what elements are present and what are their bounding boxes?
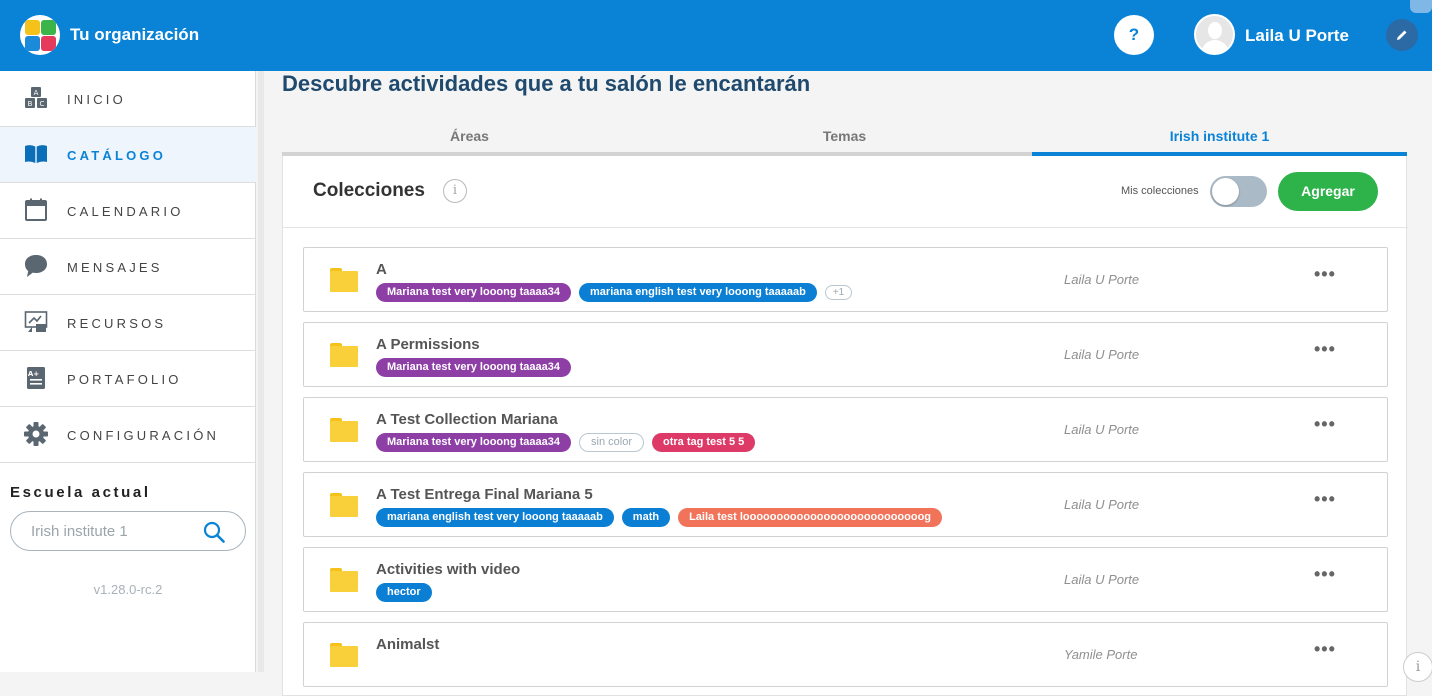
sidebar-item-mensajes[interactable]: MENSAJES [0,239,256,295]
school-search-input[interactable]: Irish institute 1 [10,511,246,551]
collections-title: Colecciones [313,180,425,201]
tag-badge[interactable]: otra tag test 5 5 [651,433,756,452]
sidebar-item-label: CALENDARIO [67,204,184,219]
folder-icon [330,568,358,592]
sidebar-item-label: RECURSOS [67,316,167,331]
collection-owner: Laila U Porte [1064,572,1140,587]
tag-list: hector [376,583,440,603]
collection-name[interactable]: A [376,261,387,278]
collection-owner: Laila U Porte [1064,272,1140,287]
collection-row[interactable]: Activities with video hector Laila U Porte… [303,547,1388,612]
info-icon[interactable]: i [1403,652,1432,682]
info-icon[interactable]: i [443,179,467,203]
folder-icon [330,268,358,292]
help-button[interactable]: ? [1114,15,1154,55]
svg-text:A: A [34,89,39,97]
collection-row[interactable]: A Test Entrega Final Mariana 5 mariana en… [303,472,1388,537]
folder-icon [330,343,358,367]
calendar-icon [25,198,47,221]
more-options-icon[interactable]: ••• [1314,489,1336,510]
collection-name[interactable]: Animalst [376,636,439,653]
sidebar-item-label: PORTAFOLIO [67,372,182,387]
collection-row[interactable]: A Mariana test very looong taaaa34 mariana… [303,247,1388,312]
collection-name[interactable]: A Permissions [376,336,480,353]
collection-name[interactable]: A Test Entrega Final Mariana 5 [376,486,593,503]
more-options-icon[interactable]: ••• [1314,339,1336,360]
user-name[interactable]: Laila U Porte [1245,26,1349,46]
sidebar: A B C INICIO CATÁLOGO CALENDARIO MENSAJE… [0,71,256,672]
folder-icon [330,643,358,667]
portfolio-icon: A+ [27,367,45,389]
folder-icon [330,418,358,442]
sidebar-item-configuracion[interactable]: CONFIGURACIÓN [0,407,256,463]
tag-badge[interactable]: hector [376,583,432,602]
svg-text:A+: A+ [28,370,39,378]
sidebar-scrollbar[interactable] [258,71,264,672]
tag-badge[interactable]: math [621,508,671,527]
collection-name[interactable]: Activities with video [376,561,520,578]
page-title: Descubre actividades que a tu salón le e… [282,71,811,96]
chat-bubble-icon [25,255,47,277]
tag-badge[interactable]: sin color [579,433,644,452]
gear-icon [24,422,48,446]
tag-badge[interactable]: mariana english test very looong taaaaab [376,508,614,527]
sidebar-item-label: CATÁLOGO [67,148,167,163]
org-name[interactable]: Tu organización [70,25,199,45]
user-avatar[interactable] [1194,14,1235,55]
school-search-value: Irish institute 1 [31,523,128,540]
tag-badge[interactable]: Mariana test very looong taaaa34 [376,283,572,302]
svg-text:C: C [40,100,45,108]
sidebar-item-portafolio[interactable]: A+ PORTAFOLIO [0,351,256,407]
sidebar-item-calendario[interactable]: CALENDARIO [0,183,256,239]
tag-badge[interactable]: Mariana test very looong taaaa34 [376,358,572,377]
resources-icon [24,311,48,332]
collection-owner: Laila U Porte [1064,347,1140,362]
my-collections-toggle[interactable] [1210,176,1267,207]
sidebar-item-label: INICIO [67,92,126,107]
sidebar-item-inicio[interactable]: A B C INICIO [0,71,256,127]
my-collections-label: Mis colecciones [1121,185,1199,197]
tab-areas[interactable]: Áreas [282,128,657,144]
tag-list: Mariana test very looong taaaa34 mariana … [376,283,860,303]
sidebar-item-catalogo[interactable]: CATÁLOGO [0,127,256,183]
tag-list: mariana english test very looong taaaaab… [376,508,950,528]
more-tags-badge[interactable]: +1 [824,285,853,300]
sidebar-item-recursos[interactable]: RECURSOS [0,295,256,351]
collection-owner: Laila U Porte [1064,497,1140,512]
add-collection-button[interactable]: Agregar [1278,172,1378,211]
abc-blocks-icon: A B C [25,87,47,108]
tag-badge[interactable]: mariana english test very looong taaaaab [579,283,817,302]
app-version: v1.28.0-rc.2 [93,582,163,597]
tab-temas[interactable]: Temas [657,128,1032,144]
tab-irish-institute[interactable]: Irish institute 1 [1032,128,1407,144]
more-options-icon[interactable]: ••• [1314,564,1336,585]
collection-owner: Laila U Porte [1064,422,1140,437]
more-options-icon[interactable]: ••• [1314,264,1336,285]
org-logo-icon[interactable] [20,15,60,55]
collection-row[interactable]: Animalst Yamile Porte ••• [303,622,1388,687]
more-options-icon[interactable]: ••• [1314,414,1336,435]
corner-tab[interactable] [1410,0,1432,13]
divider [283,227,1408,228]
top-bar: Tu organización ? Laila U Porte [0,0,1432,71]
tag-list: Mariana test very looong taaaa34 [376,358,579,378]
sidebar-item-label: CONFIGURACIÓN [67,428,220,443]
sidebar-item-label: MENSAJES [67,260,163,275]
current-school-label: Escuela actual [10,484,151,501]
collection-owner: Yamile Porte [1064,647,1138,662]
catalog-tabs: Áreas Temas Irish institute 1 [282,120,1407,156]
collection-name[interactable]: A Test Collection Mariana [376,411,558,428]
tag-list: Mariana test very looong taaaa34 sin colo… [376,433,763,453]
collections-panel: Colecciones i Mis colecciones Agregar AM… [282,156,1408,696]
folder-icon [330,493,358,517]
collection-row[interactable]: A Test Collection Mariana Mariana test ve… [303,397,1388,462]
edit-pencil-icon[interactable] [1386,19,1418,51]
tag-badge[interactable]: Laila test looooooooooooooooooooooooooog [678,508,943,527]
search-icon[interactable] [203,521,225,543]
collection-row[interactable]: A Permissions Mariana test very looong ta… [303,322,1388,387]
svg-text:B: B [28,100,33,108]
book-icon [25,145,47,163]
tag-badge[interactable]: Mariana test very looong taaaa34 [376,433,572,452]
more-options-icon[interactable]: ••• [1314,639,1336,660]
